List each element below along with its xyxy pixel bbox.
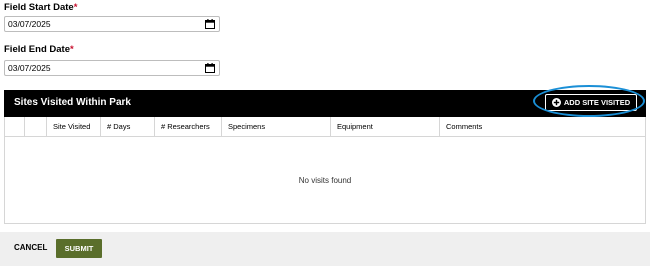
field-end-date-label: Field End Date* [4,44,74,55]
required-mark: * [73,2,78,13]
required-mark: * [69,44,74,55]
field-start-date-input[interactable]: 03/07/2025 [4,16,220,32]
column-header-comments[interactable]: Comments [440,117,646,137]
sites-table-title: Sites Visited Within Park [14,97,131,108]
column-header-researchers[interactable]: # Researchers [155,117,222,137]
sites-table-header-bar: Sites Visited Within Park ADD SITE VISIT… [4,90,646,117]
plus-circle-icon [551,98,561,107]
field-start-date-label-text: Field Start Date [4,2,74,13]
field-end-date-input[interactable]: 03/07/2025 [4,60,220,76]
field-end-date-label-text: Field End Date [4,44,70,55]
column-header-actions[interactable] [25,117,47,137]
cancel-button[interactable]: CANCEL [14,243,47,252]
submit-button[interactable]: SUBMIT [56,239,102,258]
column-header-site-visited[interactable]: Site Visited [47,117,101,137]
column-header-equipment[interactable]: Equipment [331,117,440,137]
add-site-visited-label: ADD SITE VISITED [563,98,631,107]
add-site-visited-button[interactable]: ADD SITE VISITED [545,94,637,111]
calendar-icon[interactable] [205,63,215,73]
column-header-select[interactable] [4,117,25,137]
field-end-date-value: 03/07/2025 [8,63,51,73]
form-footer: CANCEL SUBMIT [0,232,650,266]
column-header-specimens[interactable]: Specimens [222,117,331,137]
column-header-days[interactable]: # Days [101,117,155,137]
field-start-date-label: Field Start Date* [4,2,77,13]
calendar-icon[interactable] [205,19,215,29]
empty-table-message: No visits found [298,176,352,185]
table-header-row: Site Visited # Days # Researchers Specim… [4,117,646,137]
field-start-date-value: 03/07/2025 [8,19,51,29]
